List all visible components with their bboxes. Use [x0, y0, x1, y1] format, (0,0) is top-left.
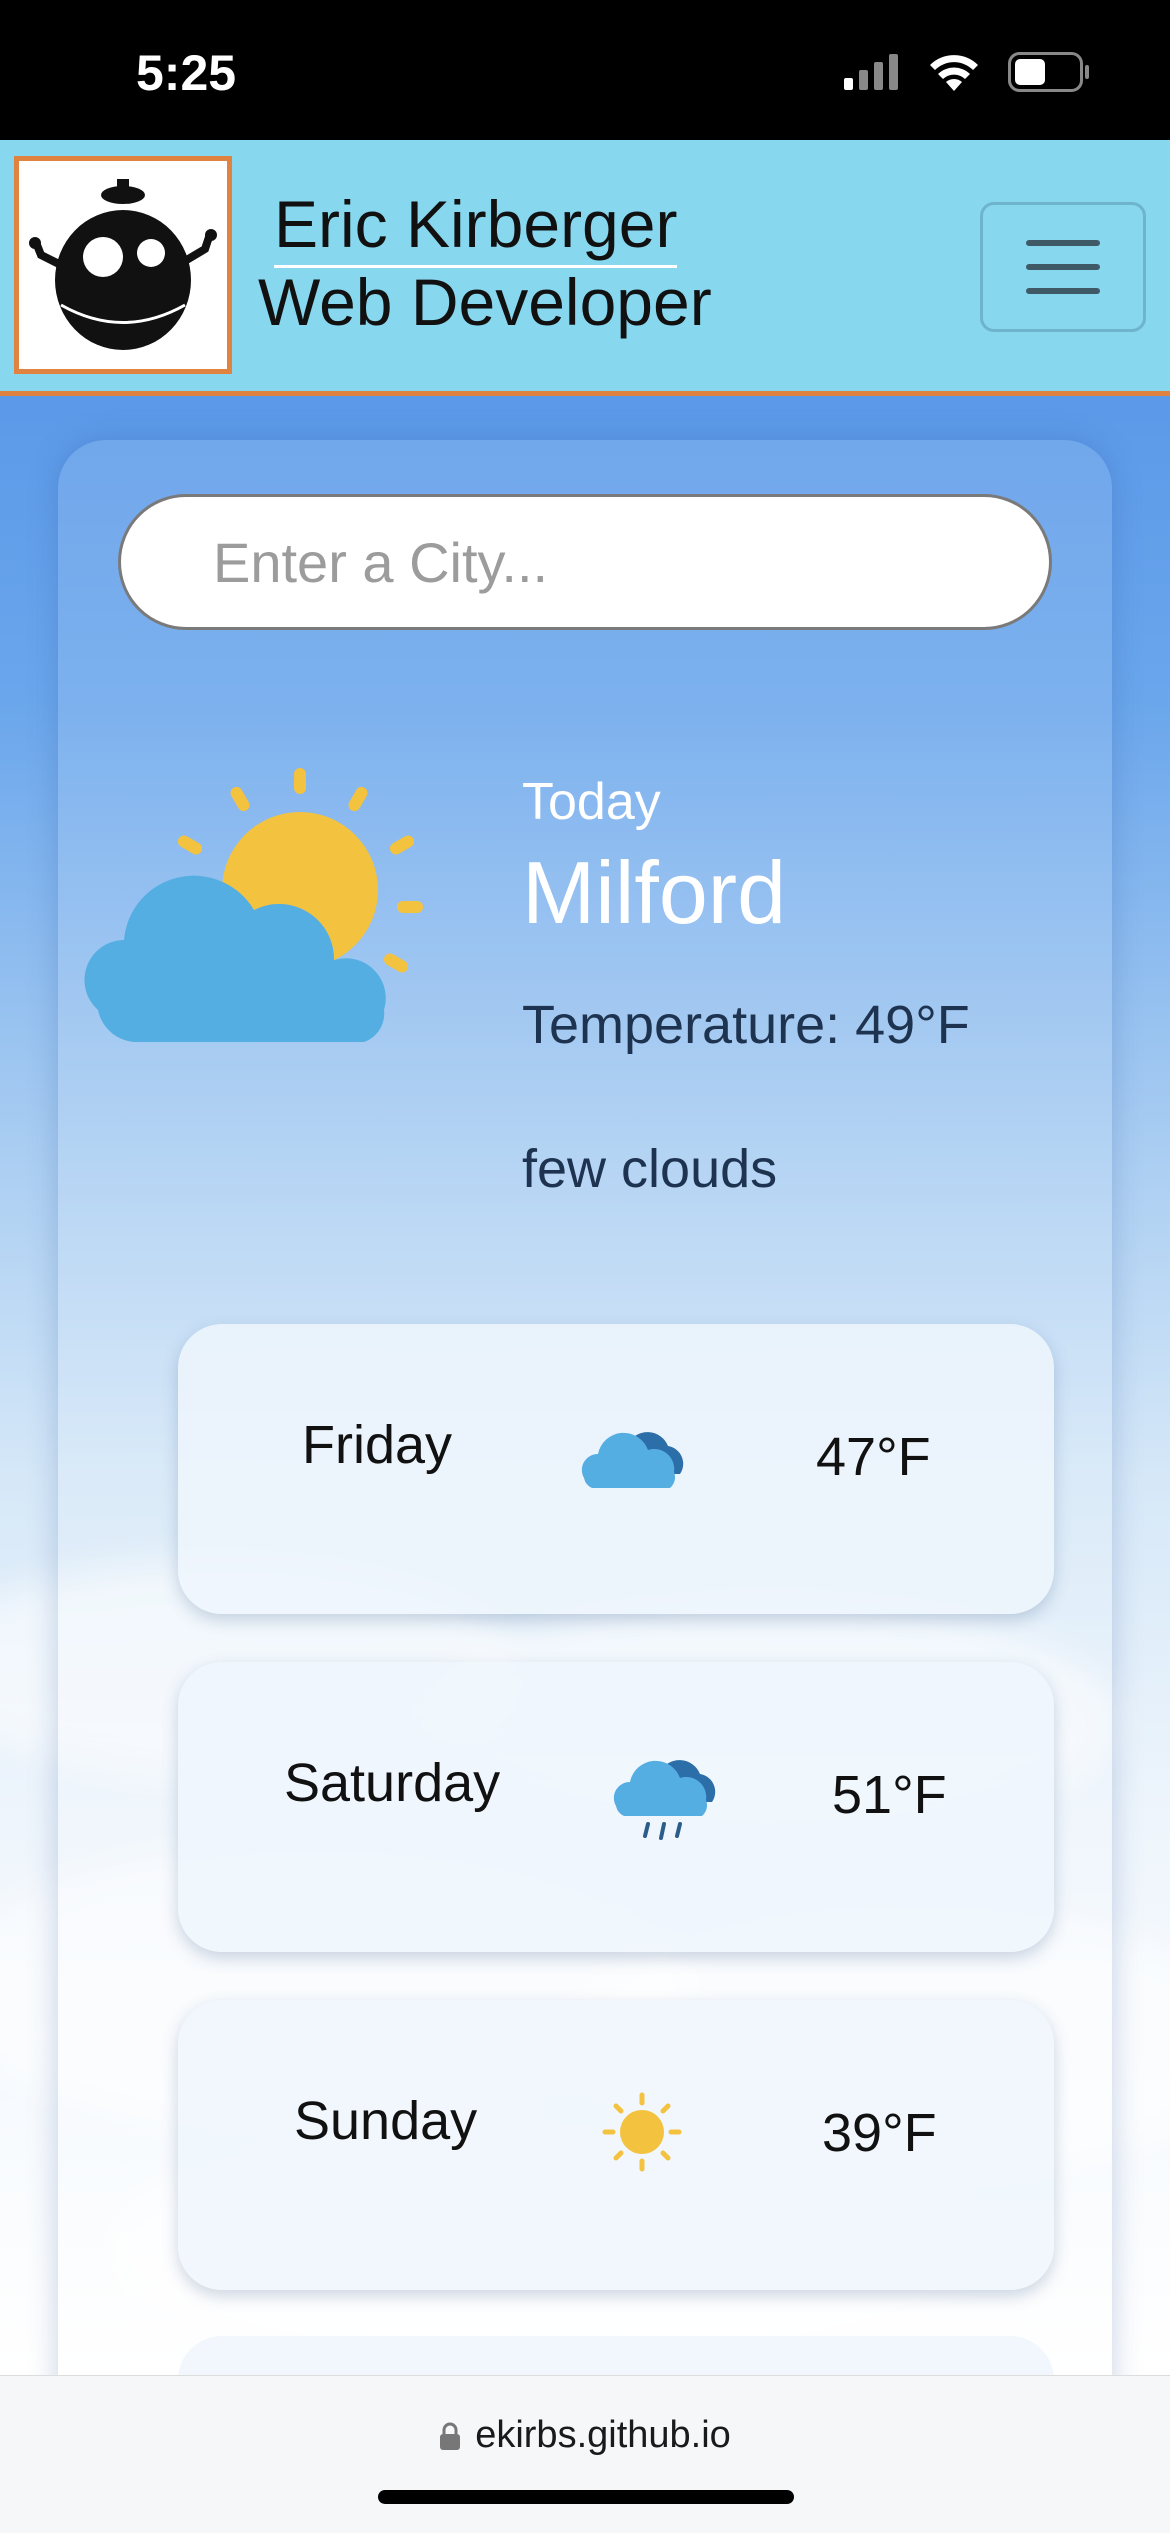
city-name: Milford	[522, 843, 787, 942]
today-label: Today	[522, 773, 661, 831]
forecast-day: Friday	[302, 1415, 453, 1475]
cellular-signal-icon	[844, 54, 898, 90]
city-search-input[interactable]	[118, 494, 1052, 630]
brand-name[interactable]: Eric Kirberger	[274, 188, 678, 268]
url-text: ekirbs.github.io	[475, 2414, 731, 2456]
current-temperature: Temperature: 49°F	[522, 995, 970, 1055]
wifi-icon	[930, 55, 978, 91]
forecast-card-friday: Friday 47°F	[178, 1324, 1054, 1614]
weather-description: few clouds	[522, 1139, 778, 1199]
status-bar: 5:25	[0, 0, 1170, 140]
home-indicator[interactable]	[378, 2490, 794, 2504]
forecast-temp: 51°F	[832, 1765, 947, 1825]
forecast-temp: 47°F	[816, 1427, 931, 1487]
menu-button[interactable]	[980, 202, 1146, 332]
logo[interactable]	[14, 156, 232, 374]
hamburger-menu-icon	[1026, 240, 1100, 246]
sun-icon	[602, 2092, 682, 2172]
status-icons	[844, 52, 1090, 92]
forecast-day: Saturday	[284, 1753, 501, 1813]
forecast-temp: 39°F	[822, 2103, 937, 2163]
battery-icon	[1008, 52, 1089, 92]
forecast-card-sunday: Sunday 39°F	[178, 2000, 1054, 2290]
lock-icon	[440, 2422, 461, 2450]
cloudy-icon	[581, 1432, 684, 1488]
site-header: Eric Kirberger Web Developer	[0, 140, 1170, 396]
url-display[interactable]: ekirbs.github.io	[0, 2414, 1170, 2457]
robot-logo-icon	[29, 179, 217, 350]
brand-role: Web Developer	[258, 265, 712, 339]
status-time: 5:25	[136, 45, 237, 101]
rain-icon	[613, 1760, 716, 1840]
partly-cloudy-icon	[84, 768, 423, 1042]
forecast-card-saturday: Saturday 51°F	[178, 1662, 1054, 1952]
forecast-day: Sunday	[294, 2091, 478, 2151]
browser-url-bar[interactable]: ekirbs.github.io	[0, 2375, 1170, 2533]
